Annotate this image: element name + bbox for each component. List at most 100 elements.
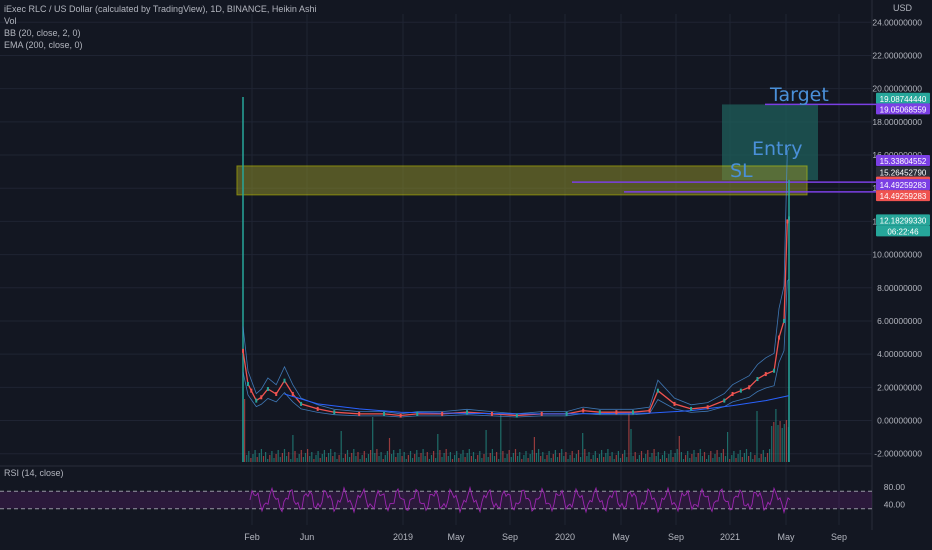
volume-bar (729, 459, 731, 462)
volume-bar (603, 457, 605, 462)
volume-bar (504, 458, 506, 462)
volume-bar (250, 458, 252, 462)
ema-line (284, 393, 790, 415)
volume-bar (267, 459, 269, 462)
volume-bar (775, 409, 777, 462)
volume-bar (525, 451, 527, 462)
volume-bar (779, 421, 781, 462)
price-point (731, 391, 734, 396)
volume-bar (477, 455, 479, 462)
volume-bar (380, 452, 382, 462)
price-point (540, 411, 543, 416)
vol-indicator-label: Vol (4, 16, 17, 26)
volume-bar (720, 453, 722, 462)
volume-bar (286, 456, 288, 462)
volume-bar (594, 451, 596, 462)
price-label-text: 15.33804552 (880, 157, 927, 166)
volume-bar (292, 435, 294, 462)
volume-bar (781, 428, 783, 462)
price-point (383, 411, 386, 416)
volume-bar (748, 456, 750, 462)
volume-bar (338, 455, 340, 462)
volume-bar (563, 456, 565, 462)
volume-bar (414, 454, 416, 462)
volume-bar (349, 457, 351, 462)
volume-bar (685, 455, 687, 462)
price-label-text: 14.49259283 (880, 181, 927, 190)
volume-bar (412, 458, 414, 462)
volume-bar (300, 450, 302, 462)
bb-indicator-label: BB (20, close, 2, 0) (4, 28, 81, 38)
volume-bar (556, 457, 559, 462)
volume-bar (670, 450, 672, 462)
volume-bar (544, 459, 546, 462)
volume-bar (743, 453, 745, 462)
y-tick-label: 4.00000000 (877, 349, 922, 359)
price-point (242, 348, 244, 353)
y-tick-label: 2.00000000 (877, 382, 922, 392)
y-tick-label: 6.00000000 (877, 316, 922, 326)
volume-bar (756, 411, 758, 462)
volume-bar (735, 458, 737, 462)
volume-bar (584, 449, 586, 462)
volume-bar (645, 454, 647, 462)
volume-bar (475, 459, 477, 462)
volume-bar (271, 451, 273, 462)
volume-bar (496, 452, 498, 462)
volume-bar (309, 456, 311, 462)
price-point (565, 411, 568, 416)
price-point (582, 408, 585, 413)
price-label-text: 06:22:46 (887, 227, 919, 236)
volume-bar (769, 449, 771, 462)
volume-bar (458, 458, 460, 462)
volume-bar (609, 456, 611, 462)
volume-bar (640, 451, 643, 462)
x-tick-label: 2019 (393, 532, 413, 542)
price-point (773, 368, 776, 373)
volume-bar (762, 450, 764, 462)
price-point (416, 411, 419, 416)
volume-bar (353, 449, 355, 462)
volume-bar (378, 456, 380, 462)
volume-bar (456, 451, 458, 462)
volume-bar (487, 457, 489, 462)
price-point (266, 386, 269, 391)
volume-bar (279, 457, 281, 462)
volume-bar (598, 454, 601, 462)
volume-bar (697, 453, 699, 462)
volume-bar (426, 452, 428, 462)
volume-bar (321, 454, 323, 462)
volume-bar (712, 458, 714, 462)
volume-bar (565, 452, 567, 462)
volume-bar (754, 455, 756, 462)
volume-bar (346, 450, 349, 462)
price-point (275, 391, 278, 396)
volume-bar (384, 455, 386, 462)
x-tick-label: Sep (502, 532, 518, 542)
volume-bar (785, 420, 787, 462)
price-point (250, 388, 253, 393)
price-chart[interactable]: 24.00000000 22.00000000 20.00000000 18.0000… (0, 0, 932, 550)
volume-bar (435, 458, 437, 462)
volume-bar (706, 459, 708, 462)
volume-bar (319, 458, 321, 462)
volume-bar (632, 456, 634, 462)
volume-bar (382, 459, 384, 462)
volume-bar (418, 457, 420, 462)
volume-bar (498, 459, 500, 462)
volume-bar (491, 449, 493, 462)
volume-bar (433, 451, 435, 462)
volume-bar (470, 456, 472, 462)
volume-bar (405, 459, 407, 462)
volume-bar (437, 434, 439, 462)
volume-bar (395, 457, 397, 462)
volume-bar (315, 455, 317, 462)
price-point (333, 410, 336, 415)
price-point (764, 372, 767, 377)
volume-bar (521, 459, 523, 462)
volume-bar (277, 450, 279, 462)
x-tick-label: May (447, 532, 465, 542)
volume-bar (500, 415, 502, 462)
volume-bar (680, 452, 682, 462)
volume-bar (317, 451, 319, 462)
